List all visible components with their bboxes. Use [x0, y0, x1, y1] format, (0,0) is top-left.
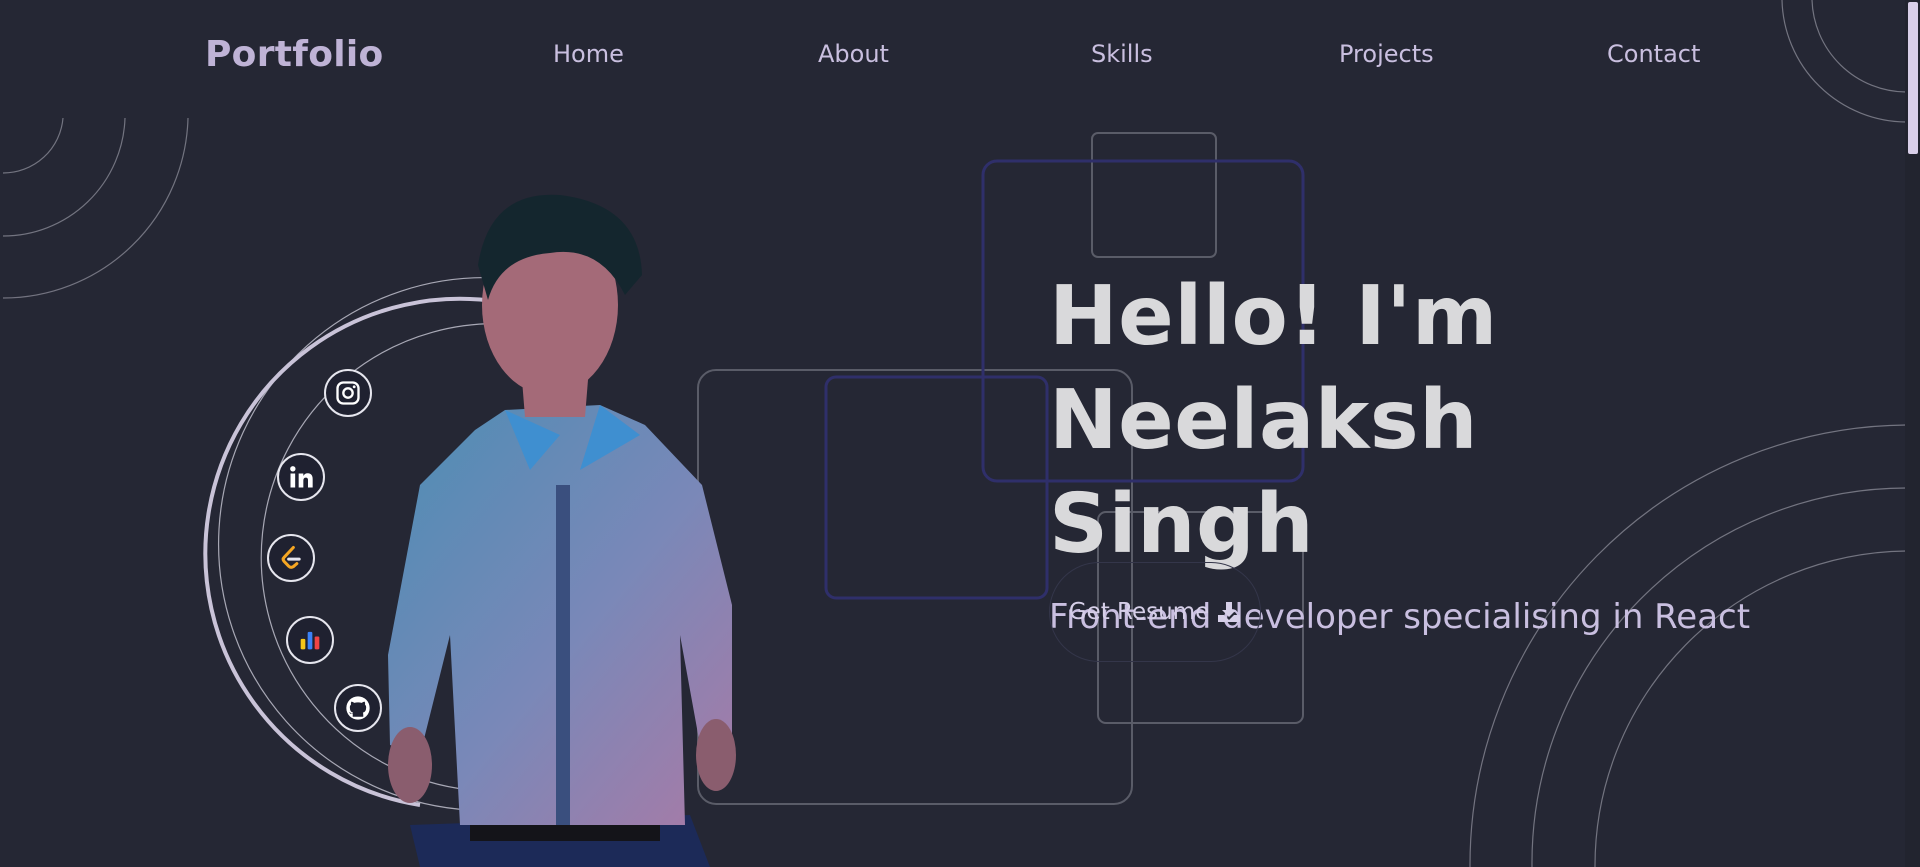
portfolio-page: Portfolio Home About Skills Projects Con… [0, 0, 1920, 867]
nav-home[interactable]: Home [553, 40, 624, 68]
profile-photo [388, 194, 736, 867]
hero-title: Hello! I'm Neelaksh Singh [1049, 265, 1749, 577]
brand-logo[interactable]: Portfolio [205, 34, 384, 75]
leetcode-icon [281, 545, 301, 569]
nav-about[interactable]: About [818, 40, 889, 68]
github-icon [346, 696, 370, 720]
hero-title-line1: Hello! I'm [1049, 269, 1498, 364]
nav-projects[interactable]: Projects [1339, 40, 1434, 68]
codechef-icon [300, 631, 320, 650]
instagram-link[interactable] [324, 369, 372, 417]
linkedin-link[interactable] [277, 453, 325, 501]
github-link[interactable] [334, 684, 382, 732]
instagram-icon [336, 381, 360, 405]
navbar: Portfolio Home About Skills Projects Con… [0, 0, 1905, 110]
nav-contact[interactable]: Contact [1607, 40, 1700, 68]
page-scrollbar[interactable] [1905, 0, 1920, 867]
hero-title-line2: Neelaksh Singh [1049, 373, 1479, 572]
get-resume-label: Get Resume [1068, 599, 1210, 625]
get-resume-button[interactable]: Get Resume [1049, 562, 1261, 662]
codechef-link[interactable] [286, 616, 334, 664]
leetcode-link[interactable] [267, 534, 315, 582]
linkedin-icon [290, 466, 313, 488]
nav-skills[interactable]: Skills [1091, 40, 1153, 68]
download-icon [1218, 602, 1241, 622]
scrollbar-thumb[interactable] [1908, 2, 1918, 154]
